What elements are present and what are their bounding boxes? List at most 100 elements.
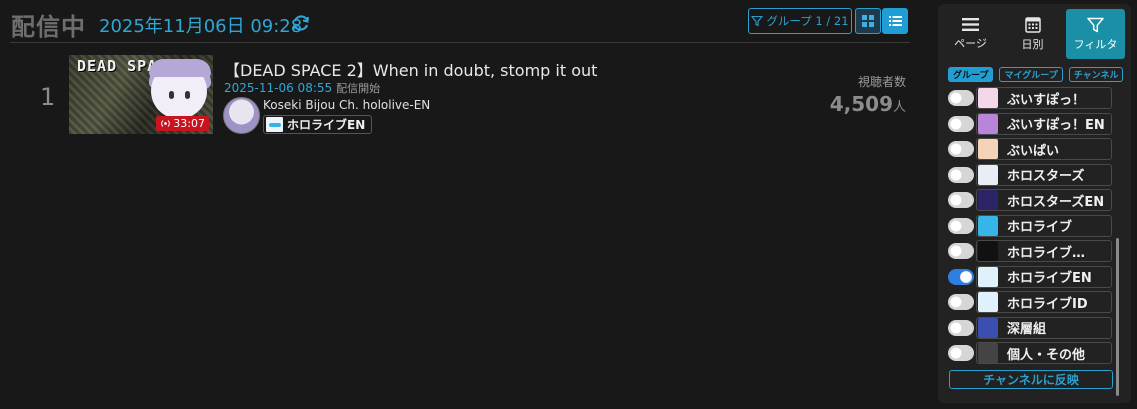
- group-row[interactable]: ホロスターズEN: [948, 187, 1114, 213]
- group-label: ホロスターズ: [1007, 169, 1085, 184]
- group-item[interactable]: ホロライブ…: [976, 240, 1112, 262]
- group-filter-label: グループ 1 / 21: [766, 14, 849, 28]
- grid-icon: [862, 15, 874, 27]
- header-divider: [10, 42, 910, 43]
- broadcast-icon: [161, 120, 171, 127]
- tab-daily-label: 日別: [1021, 38, 1044, 51]
- viewer-count: 4,509人: [780, 92, 906, 116]
- viewers-label: 視聴者数: [857, 75, 906, 89]
- viewer-count-unit: 人: [892, 100, 906, 115]
- current-datetime: 2025年11月06日 09:28: [99, 16, 303, 37]
- tab-daily[interactable]: 日別: [1003, 9, 1062, 59]
- group-tag-label: ホロライブEN: [287, 118, 366, 132]
- tab-filter-label: フィルタ: [1073, 37, 1118, 51]
- group-tag[interactable]: ホロライブEN: [263, 115, 373, 134]
- group-item[interactable]: ぶいぱい: [976, 138, 1112, 160]
- live-duration: 33:07: [173, 117, 205, 130]
- filter-icon: [751, 15, 764, 27]
- page-title: 配信中: [11, 13, 86, 41]
- calendar-icon: [1024, 17, 1041, 33]
- group-label: 個人・その他: [1007, 347, 1086, 363]
- group-item[interactable]: ぶいすぽっ！: [976, 87, 1112, 109]
- stream-thumbnail[interactable]: DEAD SPACE 33:07: [69, 55, 213, 134]
- group-toggle[interactable]: [948, 217, 974, 234]
- group-row[interactable]: ホロライブEN: [948, 264, 1114, 290]
- stream-rank: 1: [40, 83, 56, 111]
- grid-view-button[interactable]: [855, 8, 881, 34]
- filter-icon: [1087, 17, 1104, 32]
- group-label: ホロライブ: [1007, 220, 1073, 235]
- live-duration-badge: 33:07: [156, 116, 209, 131]
- group-label: ぶいすぽっ！: [1007, 92, 1086, 108]
- group-list-scrollbar[interactable]: [1116, 238, 1119, 396]
- group-item[interactable]: 深層組: [976, 316, 1112, 339]
- list-view-button[interactable]: [882, 8, 908, 34]
- group-logo-icon: [978, 113, 998, 134]
- group-row[interactable]: ホロスターズ: [948, 162, 1114, 188]
- group-toggle[interactable]: [948, 294, 974, 310]
- group-logo-icon: [978, 164, 998, 185]
- group-toggle[interactable]: [948, 141, 974, 157]
- group-logo-icon: [978, 215, 998, 236]
- group-label: 深層組: [1007, 322, 1047, 337]
- group-logo-icon: [978, 266, 998, 287]
- group-label: ぶいぱい: [1007, 143, 1060, 159]
- group-toggle[interactable]: [948, 268, 974, 285]
- group-row[interactable]: 個人・その他: [948, 340, 1114, 366]
- channel-avatar[interactable]: [223, 97, 260, 134]
- group-row[interactable]: ホロライブID: [948, 289, 1114, 315]
- group-row[interactable]: ホロライブ: [948, 213, 1114, 239]
- group-logo-icon: [978, 190, 998, 210]
- tab-filter[interactable]: フィルタ: [1066, 9, 1125, 59]
- group-row[interactable]: ぶいぱい: [948, 136, 1114, 162]
- group-label: ホロライブID: [1007, 296, 1088, 312]
- list-icon: [888, 16, 902, 26]
- group-item[interactable]: ぶいすぽっ！EN: [976, 112, 1112, 135]
- hololive-en-logo-icon: [266, 117, 283, 132]
- group-toggle[interactable]: [948, 90, 974, 106]
- group-label: ホロスターズEN: [1007, 194, 1105, 210]
- group-filter-button[interactable]: グループ 1 / 21: [748, 8, 852, 34]
- group-logo-icon: [978, 241, 998, 261]
- hamburger-icon: [962, 18, 979, 31]
- group-logo-icon: [978, 292, 998, 312]
- stream-start: 2025-11-06 08:55 配信開始: [224, 80, 380, 96]
- group-item[interactable]: ホロライブID: [976, 291, 1112, 313]
- filter-subtabs: グループ マイグループ チャンネル: [948, 67, 1124, 82]
- subtab-channel[interactable]: チャンネル: [1068, 67, 1124, 82]
- viewer-count-value: 4,509: [829, 92, 893, 116]
- group-logo-icon: [978, 88, 998, 108]
- tab-page[interactable]: ページ: [941, 9, 1000, 59]
- main-content: 配信中 2025年11月06日 09:28 グループ 1 / 21 1 DEAD…: [0, 0, 923, 409]
- group-label: ホロライブEN: [1007, 271, 1092, 286]
- apply-to-channels-button[interactable]: チャンネルに反映: [949, 370, 1113, 389]
- group-toggle[interactable]: [948, 115, 974, 132]
- group-label: ホロライブ…: [1007, 245, 1086, 261]
- subtab-group[interactable]: グループ: [948, 67, 994, 82]
- side-panel: ページ 日別 フィルタ グループ マイグループ チャンネル ぶいすぽっ！ ぶいすぽ…: [938, 4, 1131, 403]
- group-item[interactable]: 個人・その他: [976, 342, 1112, 364]
- group-row[interactable]: ぶいすぽっ！EN: [948, 111, 1114, 137]
- stream-start-label: 配信開始: [336, 82, 381, 95]
- group-toggle[interactable]: [948, 345, 974, 361]
- group-item[interactable]: ホロライブ: [976, 214, 1112, 237]
- group-toggle[interactable]: [948, 319, 974, 336]
- group-item[interactable]: ホロスターズEN: [976, 189, 1112, 211]
- group-row[interactable]: ぶいすぽっ！: [948, 85, 1114, 111]
- group-item[interactable]: ホロライブEN: [976, 265, 1112, 288]
- tab-page-label: ページ: [954, 37, 987, 50]
- group-item[interactable]: ホロスターズ: [976, 163, 1112, 186]
- group-toggle[interactable]: [948, 243, 974, 259]
- stream-start-time: 2025-11-06 08:55: [224, 81, 333, 95]
- group-row[interactable]: 深層組: [948, 315, 1114, 341]
- subtab-my-group[interactable]: マイグループ: [999, 67, 1063, 82]
- group-toggle[interactable]: [948, 192, 974, 208]
- group-toggle[interactable]: [948, 166, 974, 183]
- group-row[interactable]: ホロライブ…: [948, 238, 1114, 264]
- group-logo-icon: [978, 317, 998, 338]
- channel-name[interactable]: Koseki Bijou Ch. hololive-EN: [263, 98, 430, 112]
- group-label: ぶいすぽっ！EN: [1007, 118, 1105, 133]
- stream-title[interactable]: 【DEAD SPACE 2】When in doubt, stomp it ou…: [224, 57, 597, 81]
- refresh-icon[interactable]: [290, 12, 312, 34]
- group-list: ぶいすぽっ！ ぶいすぽっ！EN ぶいぱいホロスターズホロスターズEN ホロライブホロラ…: [948, 85, 1114, 366]
